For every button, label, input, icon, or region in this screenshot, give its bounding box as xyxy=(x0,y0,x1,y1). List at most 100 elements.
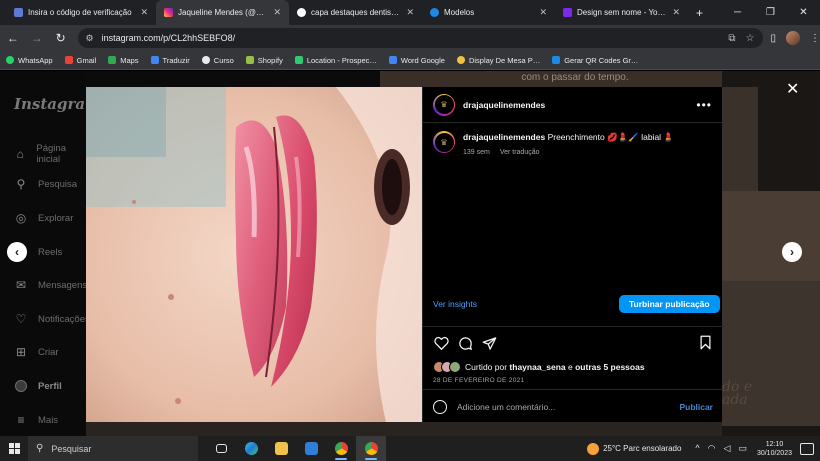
avatar[interactable]: ♛ xyxy=(433,93,455,116)
shopify-icon xyxy=(245,56,254,64)
liked-by-suffix: e xyxy=(565,362,576,372)
weather-widget[interactable]: 25°C Parc ensolarado xyxy=(587,442,681,455)
post-time-ago[interactable]: 139 sem xyxy=(463,149,490,156)
tab-close-icon[interactable]: ✕ xyxy=(140,7,148,18)
clock[interactable]: 12:10 30/10/2023 xyxy=(757,440,792,458)
comment-input[interactable]: Adicione um comentário... xyxy=(457,402,679,412)
bookmark-qr-codes[interactable]: Gerar QR Codes Gr… xyxy=(552,56,638,65)
see-translation-link[interactable]: Ver tradução xyxy=(500,149,540,156)
sidebar-item-label: Pesquisa xyxy=(38,178,78,190)
speaker-icon[interactable]: ◁ xyxy=(724,443,731,454)
bookmark-label: Shopify xyxy=(257,55,283,65)
profile-avatar-icon[interactable] xyxy=(786,31,801,45)
bookmark-label: Maps xyxy=(120,55,139,65)
tab-modelos[interactable]: Modelos ✕ xyxy=(422,0,555,25)
globe-icon xyxy=(201,56,210,64)
sidebar-item-home[interactable]: ⌂ Página inicial xyxy=(14,143,86,165)
docs-icon xyxy=(388,56,397,64)
view-insights-link[interactable]: Ver insights xyxy=(433,299,477,309)
bookmark-maps[interactable]: Maps xyxy=(108,55,139,65)
restore-icon[interactable]: ❐ xyxy=(754,0,787,25)
tab-close-icon[interactable]: ✕ xyxy=(539,7,547,18)
windows-start-icon[interactable] xyxy=(0,436,28,461)
sidebar-item-profile[interactable]: Perfil xyxy=(14,379,62,393)
sidebar-item-explore[interactable]: ◎ Explorar xyxy=(14,211,74,225)
bookmark-label: Gmail xyxy=(76,55,97,65)
sidebar-item-create[interactable]: ⊞ Criar xyxy=(14,345,59,359)
minimize-icon[interactable]: ─ xyxy=(721,0,754,25)
save-bookmark-icon[interactable] xyxy=(699,335,712,355)
file-explorer-icon[interactable] xyxy=(266,436,296,461)
translate-icon xyxy=(150,56,159,64)
share-icon[interactable] xyxy=(481,335,497,351)
lips-photo-image xyxy=(86,87,422,422)
sidebar-item-more[interactable]: ≡ Mais xyxy=(14,413,58,427)
liked-by-others[interactable]: outras 5 pessoas xyxy=(575,362,644,372)
forward-icon[interactable]: → xyxy=(26,27,48,49)
install-app-icon[interactable]: ⧉ xyxy=(728,33,735,44)
site-info-icon[interactable]: ⚙ xyxy=(86,33,94,44)
sidebar-item-notifications[interactable]: ♡ Notificações xyxy=(14,312,90,326)
tab-title: Insira o código de verificação xyxy=(28,8,132,17)
post-username[interactable]: drajaquelinemendes xyxy=(463,100,545,110)
like-heart-icon[interactable] xyxy=(433,335,449,351)
next-post-button[interactable]: › xyxy=(782,242,802,262)
tab-title: Design sem nome - Your St… xyxy=(577,8,666,17)
publish-comment-button[interactable]: Publicar xyxy=(679,402,713,412)
emoji-icon[interactable] xyxy=(433,400,447,414)
tab-design-sem-nome[interactable]: Design sem nome - Your St… ✕ xyxy=(555,0,688,25)
previous-post-button[interactable]: ‹ xyxy=(7,242,27,262)
clock-date: 30/10/2023 xyxy=(756,449,792,457)
sidebar-item-messages[interactable]: ✉ Mensagens xyxy=(14,278,87,292)
sidebar-item-search[interactable]: ⚲ Pesquisa xyxy=(14,177,78,191)
bookmark-traduzir[interactable]: Traduzir xyxy=(150,56,190,65)
caption-username[interactable]: drajaquelinemendes xyxy=(463,132,545,142)
battery-icon[interactable]: ▭ xyxy=(738,443,747,454)
boost-post-button[interactable]: Turbinar publicação xyxy=(619,295,720,313)
bookmark-curso[interactable]: Curso xyxy=(201,56,234,65)
more-options-icon[interactable]: ••• xyxy=(696,98,712,112)
tab-close-icon[interactable]: ✕ xyxy=(672,7,680,18)
chevron-up-icon[interactable]: ^ xyxy=(695,443,699,454)
liked-by-user[interactable]: thaynaa_sena xyxy=(509,362,565,372)
comment-icon[interactable] xyxy=(457,335,473,351)
mail-icon[interactable] xyxy=(296,436,326,461)
post-date[interactable]: 28 DE FEVEREIRO DE 2021 xyxy=(433,377,524,384)
chrome-profile-icon[interactable] xyxy=(356,436,386,461)
address-bar[interactable]: ⚙ instagram.com/p/CL2hhSEBFO8/ ⧉ ☆ xyxy=(77,28,763,48)
bookmark-star-icon[interactable]: ☆ xyxy=(746,33,755,44)
bookmark-word-google[interactable]: Word Google xyxy=(388,55,445,65)
bookmark-whatsapp[interactable]: WhatsApp xyxy=(6,56,53,65)
tab-instagram[interactable]: Jaqueline Mendes (@draja… ✕ xyxy=(156,0,289,25)
wifi-icon[interactable]: ◠ xyxy=(708,443,716,454)
bookmark-label: Location - Prospec… xyxy=(306,55,377,65)
tab-close-icon[interactable]: ✕ xyxy=(273,7,281,18)
tab-capa-destaques[interactable]: capa destaques dentista - P… ✕ xyxy=(289,0,422,25)
chrome-menu-icon[interactable]: ⋮ xyxy=(810,33,820,44)
new-tab-button[interactable]: + xyxy=(688,0,711,25)
reload-icon[interactable]: ↻ xyxy=(50,27,72,49)
avatar[interactable]: ♛ xyxy=(433,131,455,153)
back-icon[interactable]: ← xyxy=(2,27,24,49)
close-window-icon[interactable]: ✕ xyxy=(787,0,820,25)
messenger-icon: ✉ xyxy=(15,278,27,292)
chrome-icon[interactable] xyxy=(326,436,356,461)
bookmark-display[interactable]: Display De Mesa P… xyxy=(456,56,540,65)
taskbar-search[interactable]: ⚲ Pesquisar xyxy=(28,436,198,461)
tab-close-icon[interactable]: ✕ xyxy=(406,7,414,18)
sidebar-item-label: Criar xyxy=(38,346,59,358)
tab-verification[interactable]: Insira o código de verificação ✕ xyxy=(6,0,156,25)
bookmark-shopify[interactable]: Shopify xyxy=(245,55,283,65)
crown-logo-icon: ♛ xyxy=(434,132,454,152)
edge-icon[interactable] xyxy=(236,436,266,461)
bookmark-label: WhatsApp xyxy=(18,55,53,65)
bookmark-location[interactable]: Location - Prospec… xyxy=(294,55,377,65)
notifications-icon[interactable] xyxy=(800,442,814,455)
display-icon xyxy=(456,56,465,64)
url-text[interactable]: instagram.com/p/CL2hhSEBFO8/ xyxy=(102,33,719,43)
close-modal-icon[interactable]: ✕ xyxy=(786,79,799,99)
task-view-icon[interactable] xyxy=(206,436,236,461)
side-panel-icon[interactable]: ▯ xyxy=(771,33,777,44)
bookmark-gmail[interactable]: Gmail xyxy=(64,55,97,65)
bookmark-label: Word Google xyxy=(400,55,445,65)
